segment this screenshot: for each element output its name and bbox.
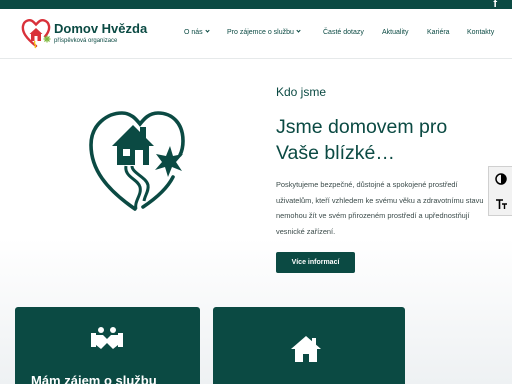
chevron-down-icon — [205, 28, 210, 33]
nav-item-kontakty[interactable]: Kontakty — [467, 29, 494, 36]
site-header: Domov Hvězda příspěvková organizace O ná… — [0, 9, 512, 59]
home-icon — [291, 336, 321, 362]
hero-eyebrow: Kdo jsme — [276, 85, 327, 99]
nav-item-label: Kontakty — [467, 29, 495, 36]
top-bar: f — [0, 0, 512, 10]
logo-heart-icon[interactable] — [21, 17, 51, 49]
text-size-icon — [495, 199, 507, 209]
hero-headline: Jsme domovem pro Vaše blízké… — [276, 116, 448, 164]
nav-item-label: Pro zájemce o službu — [227, 29, 294, 36]
more-info-button[interactable]: Více informací — [276, 252, 355, 273]
nav-item-label: Kariéra — [427, 29, 450, 36]
card-title: Mám zájem o službu — [31, 373, 157, 384]
nav-item-aktuality[interactable]: Aktuality — [382, 29, 408, 36]
nav-item-pro-zajemce[interactable]: Pro zájemce o službu — [227, 28, 301, 36]
brand-name[interactable]: Domov Hvězda — [54, 21, 147, 36]
hero-description: Poskytujeme bezpečné, důstojné a spokoje… — [276, 180, 484, 236]
card-interest-in-service[interactable]: Mám zájem o službu — [15, 307, 200, 384]
heart-house-star-icon — [89, 111, 185, 211]
contrast-icon — [495, 173, 507, 185]
nav-item-label: Časté dotazy — [323, 29, 364, 36]
handshake-icon — [91, 327, 123, 349]
card-home[interactable] — [213, 307, 405, 384]
accessibility-toolbar — [488, 166, 512, 216]
nav-item-o-nas[interactable]: O nás — [184, 28, 210, 36]
brand-subtitle: příspěvková organizace — [54, 38, 118, 44]
nav-item-label: O nás — [184, 29, 203, 36]
contrast-toggle-button[interactable] — [489, 167, 512, 191]
text-size-button[interactable] — [489, 192, 512, 216]
nav-item-caste-dotazy[interactable]: Časté dotazy — [323, 29, 364, 36]
nav-item-label: Aktuality — [382, 29, 409, 36]
nav-item-kariera[interactable]: Kariéra — [427, 29, 450, 36]
chevron-down-icon — [296, 28, 301, 33]
